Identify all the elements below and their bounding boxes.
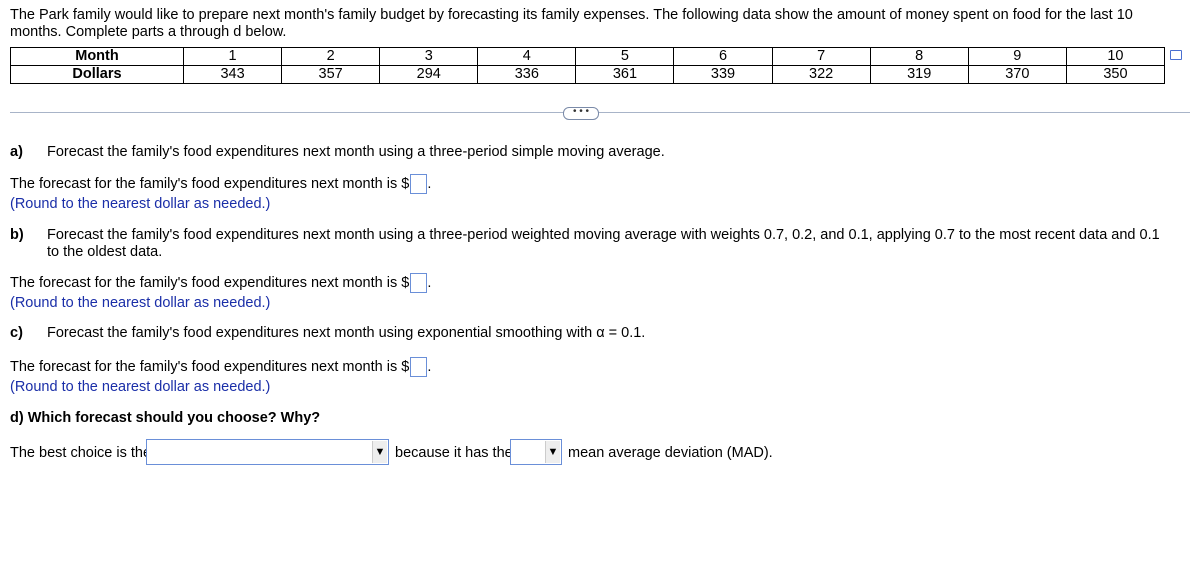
period: . bbox=[427, 274, 432, 291]
part-a-question: Forecast the family's food expenditures … bbox=[47, 144, 665, 160]
part-c-answer-prefix: The forecast for the family's food expen… bbox=[10, 358, 410, 375]
month-cell: 10 bbox=[1065, 47, 1166, 66]
part-a-hint: (Round to the nearest dollar as needed.) bbox=[10, 196, 271, 212]
part-b-label: b) bbox=[10, 227, 24, 243]
dollars-cell: 339 bbox=[673, 65, 773, 84]
part-a-answer-prefix: The forecast for the family's food expen… bbox=[10, 175, 410, 192]
month-cell: 3 bbox=[379, 47, 479, 66]
dollars-cell: 336 bbox=[477, 65, 577, 84]
dollars-cell: 322 bbox=[771, 65, 871, 84]
month-cell: 6 bbox=[673, 47, 773, 66]
best-choice-dropdown[interactable]: ▼ bbox=[146, 439, 389, 465]
part-c-question: Forecast the family's food expenditures … bbox=[47, 325, 646, 341]
month-cell: 9 bbox=[967, 47, 1067, 66]
part-c-hint: (Round to the nearest dollar as needed.) bbox=[10, 379, 271, 395]
popout-icon[interactable] bbox=[1170, 50, 1182, 60]
month-cell: 8 bbox=[869, 47, 969, 66]
dollars-cell: 319 bbox=[869, 65, 969, 84]
month-cell: 2 bbox=[281, 47, 381, 66]
data-table: Month 1 2 3 4 5 6 7 8 9 10 Dollars 343 357 294 336 361 3… bbox=[10, 47, 1166, 84]
part-c-label: c) bbox=[10, 325, 23, 341]
dollars-cell: 357 bbox=[281, 65, 381, 84]
period: . bbox=[427, 358, 432, 375]
part-a-answer-input[interactable] bbox=[410, 174, 428, 194]
part-b-answer-input[interactable] bbox=[410, 273, 428, 293]
mad-dropdown[interactable]: ▼ bbox=[510, 439, 562, 465]
divider bbox=[10, 112, 1190, 113]
row-label-month: Month bbox=[10, 47, 184, 66]
month-cell: 4 bbox=[477, 47, 577, 66]
dollars-cell: 361 bbox=[575, 65, 675, 84]
dollars-cell: 294 bbox=[379, 65, 479, 84]
month-cell: 1 bbox=[182, 47, 283, 66]
part-d-prefix: The best choice is the bbox=[10, 445, 152, 461]
part-a-label: a) bbox=[10, 144, 23, 160]
dollars-cell: 370 bbox=[967, 65, 1067, 84]
part-b-question: Forecast the family's food expenditures … bbox=[47, 227, 1160, 260]
dollars-cell: 350 bbox=[1065, 65, 1166, 84]
part-d-suffix: mean average deviation (MAD). bbox=[568, 445, 773, 461]
part-d-question: d) Which forecast should you choose? Why… bbox=[10, 410, 320, 426]
part-d-label: d) Which forecast should you choose? Why… bbox=[10, 410, 321, 426]
row-label-dollars: Dollars bbox=[10, 65, 184, 84]
expand-more-button[interactable]: • • • bbox=[563, 107, 599, 120]
period: . bbox=[427, 175, 432, 192]
triangle-down-icon: ▼ bbox=[545, 441, 560, 463]
dollars-cell: 343 bbox=[182, 65, 283, 84]
triangle-down-icon: ▼ bbox=[372, 441, 387, 463]
part-c-answer-input[interactable] bbox=[410, 357, 428, 377]
part-b-hint: (Round to the nearest dollar as needed.) bbox=[10, 295, 271, 311]
month-cell: 7 bbox=[771, 47, 871, 66]
part-b-answer-prefix: The forecast for the family's food expen… bbox=[10, 274, 410, 291]
month-cell: 5 bbox=[575, 47, 675, 66]
part-d-middle: because it has the bbox=[395, 445, 513, 461]
intro-text: The Park family would like to prepare ne… bbox=[10, 7, 1133, 40]
